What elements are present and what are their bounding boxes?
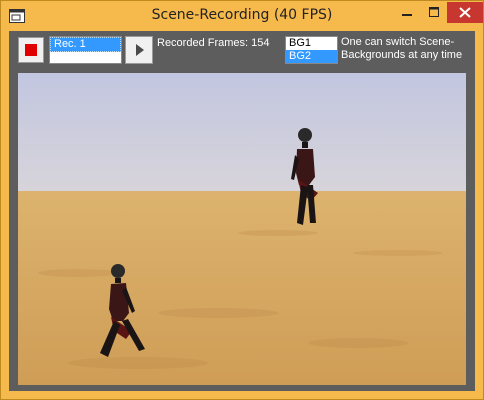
- minimize-button[interactable]: [393, 2, 421, 23]
- play-icon: [136, 44, 144, 56]
- background-item-bg2[interactable]: BG2: [286, 50, 337, 63]
- client-area: Rec. 1 Recorded Frames: 154 BG1 BG2 One …: [9, 31, 475, 391]
- close-button[interactable]: [447, 2, 483, 23]
- background-list[interactable]: BG1 BG2: [285, 36, 338, 64]
- app-window: Scene-Recording (40 FPS) Rec. 1 Recorded…: [0, 0, 484, 400]
- sand-ground: [18, 191, 466, 385]
- title-bar[interactable]: Scene-Recording (40 FPS): [1, 1, 483, 31]
- recorded-frames-label: Recorded Frames: 154: [157, 37, 270, 49]
- recordings-list[interactable]: Rec. 1: [49, 36, 122, 64]
- recording-item-selected[interactable]: Rec. 1: [50, 37, 121, 52]
- scene-viewport[interactable]: [18, 73, 466, 385]
- background-item-bg1[interactable]: BG1: [286, 37, 337, 50]
- sky: [18, 73, 466, 193]
- maximize-icon: [429, 7, 439, 17]
- play-button[interactable]: [125, 36, 153, 64]
- record-stop-button[interactable]: [18, 37, 44, 63]
- close-icon: [459, 7, 471, 18]
- minimize-icon: [402, 14, 412, 16]
- stop-square-icon: [25, 44, 37, 56]
- maximize-button[interactable]: [421, 2, 447, 23]
- background-hint-text: One can switch Scene-Backgrounds at any …: [341, 36, 463, 61]
- scene-render: [18, 73, 466, 385]
